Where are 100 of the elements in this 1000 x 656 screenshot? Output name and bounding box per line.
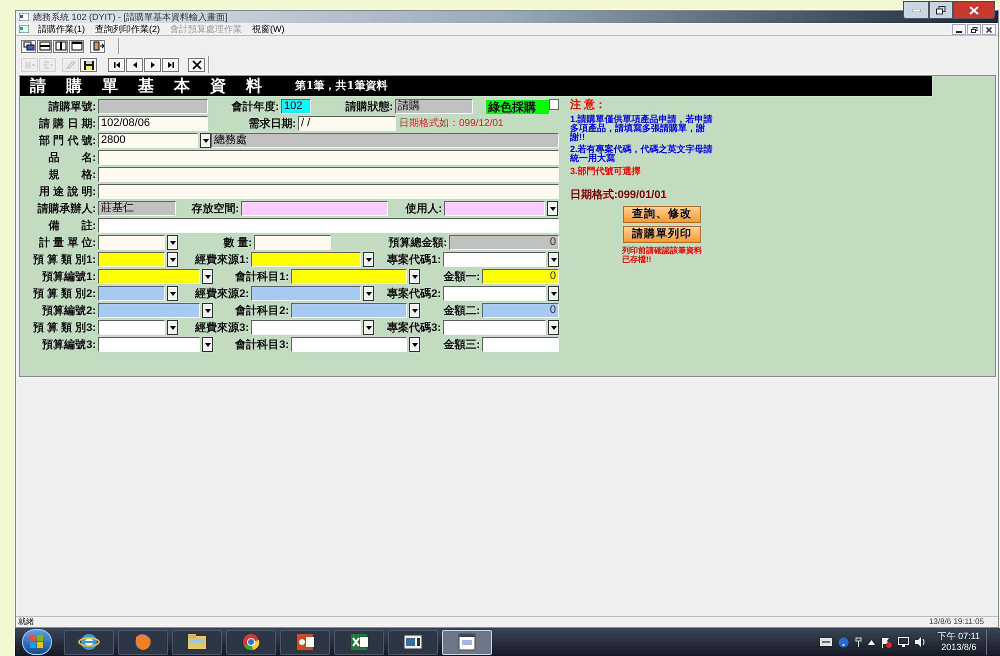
combo-field[interactable] [291, 269, 407, 284]
toolbar-button[interactable] [188, 58, 205, 72]
caret-icon [204, 342, 210, 346]
close-button[interactable] [953, 1, 995, 19]
dropdown-button[interactable] [167, 235, 178, 250]
caret-icon [204, 274, 210, 278]
toolbar-button[interactable] [162, 58, 179, 72]
browser-e-icon [78, 631, 100, 653]
dropdown-button[interactable] [409, 303, 420, 318]
field-label: 預算編號3: [41, 338, 97, 352]
checkbox[interactable] [549, 99, 559, 110]
combo-field[interactable] [98, 337, 200, 352]
field-label: 會計科目1: [234, 270, 290, 284]
combo-field[interactable] [443, 320, 546, 335]
combo-field[interactable] [251, 286, 361, 301]
combo-field[interactable] [98, 252, 165, 267]
dropdown-button[interactable] [548, 320, 559, 335]
note-text: 2.若有專案代碼，代碼之英文字母請統一用大寫 [570, 145, 714, 163]
combo-field[interactable]: 2800 [98, 133, 198, 148]
dropdown-button[interactable] [167, 252, 178, 267]
close-icon [969, 6, 979, 14]
restore-button[interactable] [967, 24, 981, 35]
text-field[interactable] [98, 167, 559, 182]
text-field[interactable] [98, 150, 559, 165]
combo-field[interactable] [251, 320, 361, 335]
note-text: 注 意： [570, 99, 608, 112]
toolbar-button[interactable] [108, 58, 125, 72]
text-field[interactable]: 102 [281, 99, 311, 114]
menu-item[interactable]: 視窗(W) [247, 23, 290, 35]
text-field[interactable]: / / [298, 116, 396, 131]
dropdown-button[interactable] [200, 133, 211, 148]
dropdown-button[interactable] [409, 269, 420, 284]
start-button[interactable] [22, 629, 52, 655]
close-button[interactable] [982, 24, 996, 35]
dropdown-button[interactable] [202, 337, 213, 352]
action-button[interactable]: 查詢、修改 [623, 206, 701, 223]
dropdown-button[interactable] [548, 286, 559, 301]
toolbar-button[interactable] [21, 40, 36, 52]
combo-field[interactable] [98, 303, 200, 318]
tile-vertical-icon [54, 41, 66, 51]
text-field[interactable]: 0 [482, 303, 559, 318]
dropdown-button[interactable] [202, 269, 213, 284]
taskbar-button[interactable] [280, 630, 330, 654]
minimize-button[interactable] [952, 24, 966, 35]
combo-field[interactable] [98, 269, 200, 284]
taskbar-button[interactable] [64, 630, 114, 654]
toolbar-button[interactable] [37, 40, 52, 52]
toolbar-button[interactable] [144, 58, 161, 72]
text-field[interactable] [98, 184, 559, 199]
action-button[interactable]: 請購單列印 [623, 226, 701, 243]
caret-icon [170, 326, 176, 330]
dropdown-button[interactable] [547, 201, 558, 216]
toolbar-button[interactable] [53, 40, 68, 52]
dropdown-button[interactable] [363, 320, 374, 335]
text-field[interactable] [98, 218, 559, 233]
toolbar-button[interactable] [126, 58, 143, 72]
dropdown-button[interactable] [167, 286, 178, 301]
text-field[interactable]: 請購 [395, 99, 473, 114]
menu-item[interactable]: 請購作業(1) [33, 23, 90, 35]
combo-field[interactable] [291, 303, 407, 318]
dropdown-button[interactable] [548, 252, 559, 267]
text-field[interactable]: 0 [449, 235, 559, 250]
combo-field[interactable] [443, 286, 546, 301]
maximize-button[interactable] [929, 1, 953, 19]
dropdown-button[interactable] [409, 337, 420, 352]
dropdown-button[interactable] [167, 320, 178, 335]
field-label: 品 名: [47, 150, 97, 164]
combo-field[interactable] [251, 252, 361, 267]
text-field[interactable]: 莊基仁 [98, 201, 176, 216]
taskbar-button[interactable] [226, 630, 276, 654]
caret-icon [170, 240, 176, 244]
text-field[interactable]: 102/08/06 [98, 116, 208, 131]
minimize-button[interactable] [903, 1, 929, 19]
text-field[interactable]: 總務處 [211, 133, 559, 148]
text-field[interactable] [254, 235, 331, 250]
caret-icon [412, 274, 418, 278]
toolbar-button[interactable] [80, 58, 97, 72]
dropdown-button[interactable] [363, 286, 374, 301]
combo-field[interactable] [98, 286, 165, 301]
taskbar-button[interactable] [388, 630, 438, 654]
taskbar-button[interactable] [334, 630, 384, 654]
field-label: 專案代碼3: [386, 320, 442, 334]
combo-field[interactable] [98, 235, 165, 250]
menu-item[interactable]: 查詢列印作業(2) [90, 23, 165, 35]
text-field[interactable] [482, 337, 559, 352]
toolbar-button[interactable] [69, 40, 84, 52]
combo-field[interactable] [291, 337, 407, 352]
combo-field[interactable] [98, 320, 165, 335]
windows-logo-icon [30, 635, 44, 649]
taskbar-button[interactable] [172, 630, 222, 654]
dropdown-button[interactable] [363, 252, 374, 267]
combo-field[interactable] [443, 252, 546, 267]
dropdown-button[interactable] [202, 303, 213, 318]
text-field[interactable] [98, 99, 208, 114]
field-label: 專案代碼1: [386, 252, 442, 266]
toolbar-button[interactable] [90, 40, 105, 52]
text-field[interactable]: 0 [482, 269, 559, 284]
field-label: 預 算 類 別1: [32, 252, 97, 266]
combo-field[interactable] [444, 201, 545, 216]
text-field[interactable] [241, 201, 388, 216]
